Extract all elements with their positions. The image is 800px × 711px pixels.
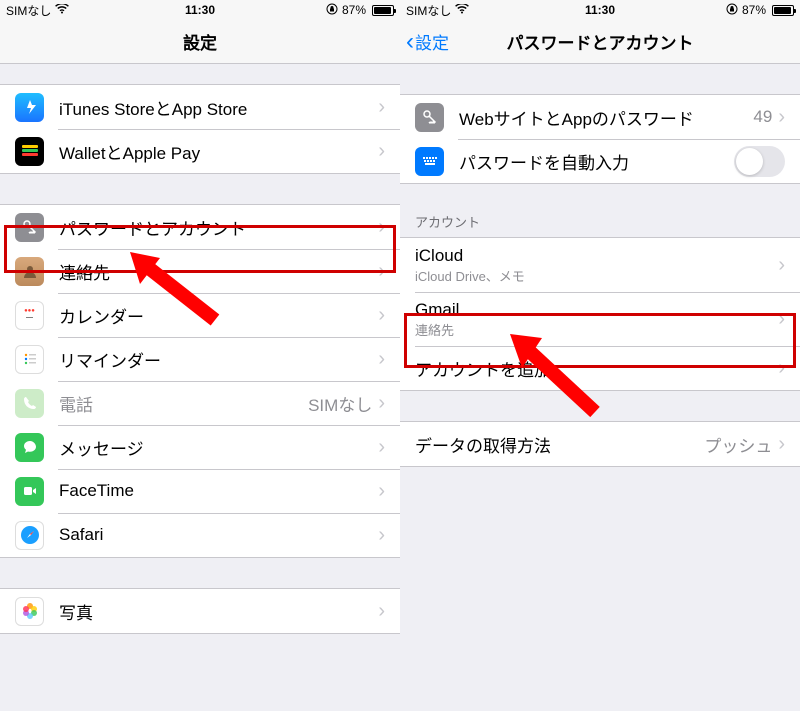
- facetime-icon: [15, 477, 44, 506]
- battery-pct-label: 87%: [742, 3, 766, 17]
- autofill-passwords-row[interactable]: パスワードを自動入力: [400, 139, 800, 183]
- nav-back-label: 設定: [415, 29, 449, 54]
- row-count: 49: [753, 107, 772, 127]
- row-detail: SIMなし: [308, 391, 372, 416]
- icloud-account-row[interactable]: iCloud iCloud Drive、メモ ›: [400, 238, 800, 292]
- passwords-group: WebサイトとAppのパスワード 49 › パスワードを自動入力: [400, 94, 800, 184]
- wallet-icon: [15, 137, 44, 166]
- photos-row[interactable]: 写真 ›: [0, 589, 400, 633]
- row-label: データの取得方法: [415, 432, 704, 457]
- chevron-right-icon: ›: [378, 600, 385, 623]
- calendar-icon: ●●● ⎯⎯: [15, 301, 44, 330]
- chevron-right-icon: ›: [778, 106, 785, 129]
- nav-title: 設定: [183, 29, 217, 54]
- battery-pct-label: 87%: [342, 3, 366, 17]
- passwords-accounts-row[interactable]: パスワードとアカウント ›: [0, 205, 400, 249]
- reminders-icon: [15, 345, 44, 374]
- itunes-appstore-row[interactable]: iTunes StoreとApp Store ›: [0, 85, 400, 129]
- row-label: 電話: [59, 391, 308, 416]
- settings-screen-left: SIMなし 11:30 87% 設定 iTunes StoreとApp Stor…: [0, 0, 400, 711]
- row-label: 写真: [59, 599, 378, 624]
- chevron-right-icon: ›: [378, 260, 385, 283]
- appstore-icon: [15, 93, 44, 122]
- account-subtitle: iCloud Drive、メモ: [415, 266, 778, 285]
- messages-row[interactable]: メッセージ ›: [0, 425, 400, 469]
- row-label: 連絡先: [59, 259, 378, 284]
- safari-icon: [15, 521, 44, 550]
- settings-group-1: iTunes StoreとApp Store › WalletとApple Pa…: [0, 84, 400, 174]
- chevron-right-icon: ›: [378, 436, 385, 459]
- add-account-row[interactable]: アカウントを追加 ›: [400, 346, 800, 390]
- settings-group-3: 写真 ›: [0, 588, 400, 634]
- key-icon: [15, 213, 44, 242]
- fetch-new-data-row[interactable]: データの取得方法 プッシュ ›: [400, 422, 800, 466]
- battery-icon: [770, 5, 794, 16]
- accounts-section-header: アカウント: [400, 206, 800, 237]
- chevron-right-icon: ›: [378, 96, 385, 119]
- chevron-right-icon: ›: [378, 480, 385, 503]
- status-bar: SIMなし 11:30 87%: [0, 0, 400, 20]
- row-label: FaceTime: [59, 481, 378, 501]
- row-label: パスワードとアカウント: [59, 215, 378, 240]
- chevron-right-icon: ›: [778, 357, 785, 380]
- fetch-group: データの取得方法 プッシュ ›: [400, 421, 800, 467]
- orientation-lock-icon: [326, 3, 338, 18]
- safari-row[interactable]: Safari ›: [0, 513, 400, 557]
- chevron-right-icon: ›: [378, 348, 385, 371]
- row-label: パスワードを自動入力: [459, 149, 734, 174]
- account-title: iCloud: [415, 246, 778, 266]
- battery-icon: [370, 5, 394, 16]
- carrier-label: SIMなし: [6, 2, 51, 19]
- clock-label: 11:30: [185, 3, 215, 17]
- wifi-icon: [455, 3, 469, 17]
- messages-icon: [15, 433, 44, 462]
- settings-group-2: パスワードとアカウント › 連絡先 › ●●● ⎯⎯ カレンダー › リマインダ…: [0, 204, 400, 558]
- wallet-applepay-row[interactable]: WalletとApple Pay ›: [0, 129, 400, 173]
- wifi-icon: [55, 3, 69, 17]
- gmail-account-row[interactable]: Gmail 連絡先 ›: [400, 292, 800, 346]
- row-label: カレンダー: [59, 303, 378, 328]
- calendar-row[interactable]: ●●● ⎯⎯ カレンダー ›: [0, 293, 400, 337]
- chevron-left-icon: ‹: [406, 28, 414, 56]
- settings-screen-right: SIMなし 11:30 87% ‹ 設定 パスワードとアカウント Webサイトと…: [400, 0, 800, 711]
- chevron-right-icon: ›: [378, 392, 385, 415]
- contacts-icon: [15, 257, 44, 286]
- chevron-right-icon: ›: [378, 304, 385, 327]
- status-bar: SIMなし 11:30 87%: [400, 0, 800, 20]
- reminders-row[interactable]: リマインダー ›: [0, 337, 400, 381]
- account-title: Gmail: [415, 300, 778, 320]
- row-label: メッセージ: [59, 435, 378, 460]
- chevron-right-icon: ›: [378, 216, 385, 239]
- orientation-lock-icon: [726, 3, 738, 18]
- phone-icon: [15, 389, 44, 418]
- contacts-row[interactable]: 連絡先 ›: [0, 249, 400, 293]
- chevron-right-icon: ›: [778, 308, 785, 331]
- chevron-right-icon: ›: [378, 140, 385, 163]
- key-icon: [415, 103, 444, 132]
- nav-bar: ‹ 設定 パスワードとアカウント: [400, 20, 800, 64]
- nav-bar: 設定: [0, 20, 400, 64]
- row-label: アカウントを追加: [415, 356, 778, 381]
- chevron-right-icon: ›: [778, 433, 785, 456]
- chevron-right-icon: ›: [778, 254, 785, 277]
- row-label: WebサイトとAppのパスワード: [459, 105, 753, 130]
- clock-label: 11:30: [585, 3, 615, 17]
- accounts-group: iCloud iCloud Drive、メモ › Gmail 連絡先 › アカウ…: [400, 237, 800, 391]
- row-label: WalletとApple Pay: [59, 139, 378, 164]
- chevron-right-icon: ›: [378, 524, 385, 547]
- keyboard-icon: [415, 147, 444, 176]
- carrier-label: SIMなし: [406, 2, 451, 19]
- nav-title: パスワードとアカウント: [507, 29, 694, 54]
- account-subtitle: 連絡先: [415, 320, 778, 339]
- website-app-passwords-row[interactable]: WebサイトとAppのパスワード 49 ›: [400, 95, 800, 139]
- facetime-row[interactable]: FaceTime ›: [0, 469, 400, 513]
- nav-back-button[interactable]: ‹ 設定: [406, 28, 449, 56]
- row-label: iTunes StoreとApp Store: [59, 95, 378, 120]
- phone-row[interactable]: 電話 SIMなし ›: [0, 381, 400, 425]
- row-detail: プッシュ: [704, 432, 772, 457]
- autofill-switch[interactable]: [734, 146, 785, 177]
- row-label: Safari: [59, 525, 378, 545]
- photos-icon: [15, 597, 44, 626]
- row-label: リマインダー: [59, 347, 378, 372]
